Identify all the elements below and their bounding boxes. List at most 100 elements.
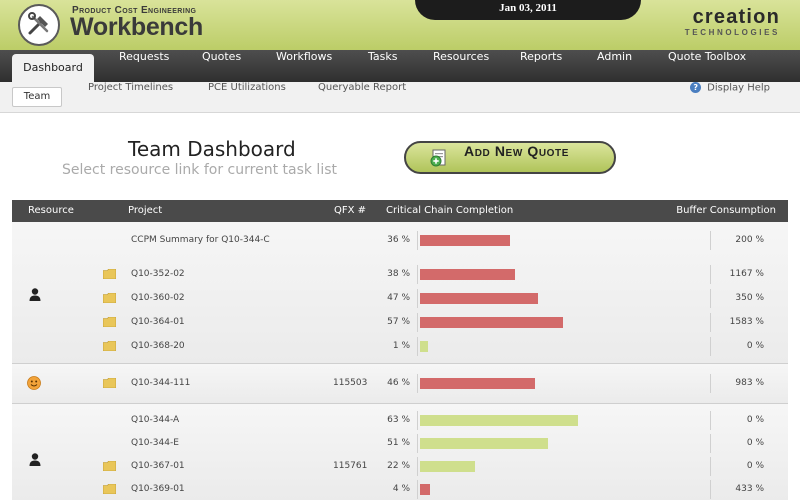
help-icon: ? <box>690 82 702 93</box>
resource-group: Q10-344-111 115503 46 % 983 % <box>12 364 788 404</box>
company-name: creation <box>692 6 780 28</box>
table-row[interactable]: CCPM Summary for Q10-344-C 36 % 200 % <box>12 229 788 252</box>
buffer-value: 0 % <box>746 438 764 448</box>
project-link[interactable]: Q10-352-02 <box>131 263 185 286</box>
project-link[interactable]: Q10-368-20 <box>131 335 185 358</box>
table-row[interactable]: Q10-344-E 51 % 0 % <box>12 432 788 455</box>
header-qfx[interactable]: QFX # <box>334 200 366 222</box>
buffer-value: 0 % <box>746 341 764 351</box>
brand-title: Workbench <box>70 13 203 41</box>
project-link[interactable]: Q10-367-01 <box>131 455 185 478</box>
table-row[interactable]: Q10-352-02 38 % 1167 % <box>12 263 788 286</box>
completion-bar <box>420 484 430 495</box>
subtab-project-timelines[interactable]: Project Timelines <box>88 82 173 112</box>
display-help-label: Display Help <box>707 82 770 94</box>
header-resource[interactable]: Resource <box>28 200 74 222</box>
folder-icon[interactable] <box>103 461 116 471</box>
project-link[interactable]: Q10-344-A <box>131 409 179 432</box>
add-new-quote-label: Add New Quote <box>464 143 570 159</box>
tab-admin[interactable]: Admin <box>597 50 632 82</box>
completion-value: 57 % <box>387 317 410 327</box>
subtab-queryable-report[interactable]: Queryable Report <box>318 82 406 112</box>
resource-group: Q10-344-A 63 % 0 % Q10-344-E 51 % 0 % Q1… <box>12 404 788 500</box>
table-row[interactable]: Q10-344-A 63 % 0 % <box>12 409 788 432</box>
header-critical-chain[interactable]: Critical Chain Completion <box>386 200 513 222</box>
column-divider <box>417 265 418 284</box>
folder-icon[interactable] <box>103 269 116 279</box>
completion-value: 46 % <box>387 378 410 388</box>
buffer-value: 0 % <box>746 461 764 471</box>
current-date: Jan 03, 2011 <box>415 0 641 20</box>
tab-requests[interactable]: Requests <box>119 50 169 82</box>
folder-icon[interactable] <box>103 341 116 351</box>
buffer-value: 1583 % <box>729 317 764 327</box>
completion-bar <box>420 341 428 352</box>
column-divider <box>417 374 418 393</box>
qfx-number: 115503 <box>333 378 368 388</box>
table-row[interactable]: Q10-369-01 4 % 433 % <box>12 478 788 501</box>
column-divider <box>417 457 418 476</box>
completion-bar <box>420 269 515 280</box>
tab-quote-toolbox[interactable]: Quote Toolbox <box>668 50 746 82</box>
table-header: Resource Project QFX # Critical Chain Co… <box>12 200 788 222</box>
folder-icon[interactable] <box>103 293 116 303</box>
completion-bar <box>420 461 475 472</box>
project-link[interactable]: Q10-344-E <box>131 432 179 455</box>
page-title: Team Dashboard <box>128 137 296 161</box>
buffer-value: 200 % <box>735 235 764 245</box>
completion-value: 47 % <box>387 293 410 303</box>
column-divider <box>417 434 418 453</box>
tab-resources[interactable]: Resources <box>433 50 489 82</box>
buffer-value: 1167 % <box>729 269 764 279</box>
buffer-value: 433 % <box>735 484 764 494</box>
display-help-link[interactable]: ? Display Help <box>690 82 770 112</box>
project-link[interactable]: Q10-344-111 <box>131 372 190 395</box>
completion-bar <box>420 317 563 328</box>
project-link[interactable]: Q10-364-01 <box>131 311 185 334</box>
completion-bar <box>420 438 548 449</box>
column-divider <box>417 480 418 499</box>
tab-workflows[interactable]: Workflows <box>276 50 332 82</box>
completion-bar <box>420 235 510 246</box>
subtab-team[interactable]: Team <box>12 87 62 107</box>
header-project[interactable]: Project <box>128 200 162 222</box>
tab-reports[interactable]: Reports <box>520 50 562 82</box>
folder-icon[interactable] <box>103 317 116 327</box>
project-link[interactable]: Q10-360-02 <box>131 287 185 310</box>
table-row[interactable]: Q10-344-111 115503 46 % 983 % <box>12 372 788 395</box>
buffer-value: 0 % <box>746 415 764 425</box>
tab-tasks[interactable]: Tasks <box>368 50 397 82</box>
completion-bar <box>420 293 538 304</box>
table-row[interactable]: Q10-360-02 47 % 350 % <box>12 287 788 310</box>
main-nav: Dashboard Requests Quotes Workflows Task… <box>0 50 800 82</box>
table-row[interactable]: Q10-364-01 57 % 1583 % <box>12 311 788 334</box>
table-row[interactable]: Q10-367-01 115761 22 % 0 % <box>12 455 788 478</box>
project-link[interactable]: Q10-369-01 <box>131 478 185 501</box>
completion-value: 1 % <box>392 341 410 351</box>
completion-value: 63 % <box>387 415 410 425</box>
team-table: CCPM Summary for Q10-344-C 36 % 200 % Q1… <box>12 222 788 500</box>
wrench-hammer-icon[interactable] <box>18 4 60 46</box>
table-row[interactable]: Q10-368-20 1 % 0 % <box>12 335 788 358</box>
sub-nav: Team Project Timelines PCE Utilizations … <box>0 82 800 113</box>
column-divider <box>417 289 418 308</box>
completion-bar <box>420 378 535 389</box>
column-divider <box>417 411 418 430</box>
qfx-number: 115761 <box>333 461 368 471</box>
project-link[interactable]: CCPM Summary for Q10-344-C <box>131 229 270 252</box>
header-buffer[interactable]: Buffer Consumption <box>676 200 776 222</box>
resource-group: CCPM Summary for Q10-344-C 36 % 200 % Q1… <box>12 222 788 364</box>
subtab-pce-utilizations[interactable]: PCE Utilizations <box>208 82 286 112</box>
column-divider <box>417 337 418 356</box>
column-divider <box>417 313 418 332</box>
completion-value: 4 % <box>392 484 410 494</box>
add-new-quote-button[interactable]: Add New Quote <box>404 141 616 174</box>
folder-icon[interactable] <box>103 378 116 388</box>
buffer-value: 983 % <box>735 378 764 388</box>
company-logo: creation TECHNOLOGIES <box>685 6 780 37</box>
completion-bar <box>420 415 578 426</box>
tab-dashboard[interactable]: Dashboard <box>12 54 94 82</box>
folder-icon[interactable] <box>103 484 116 494</box>
tab-quotes[interactable]: Quotes <box>202 50 241 82</box>
completion-value: 36 % <box>387 235 410 245</box>
